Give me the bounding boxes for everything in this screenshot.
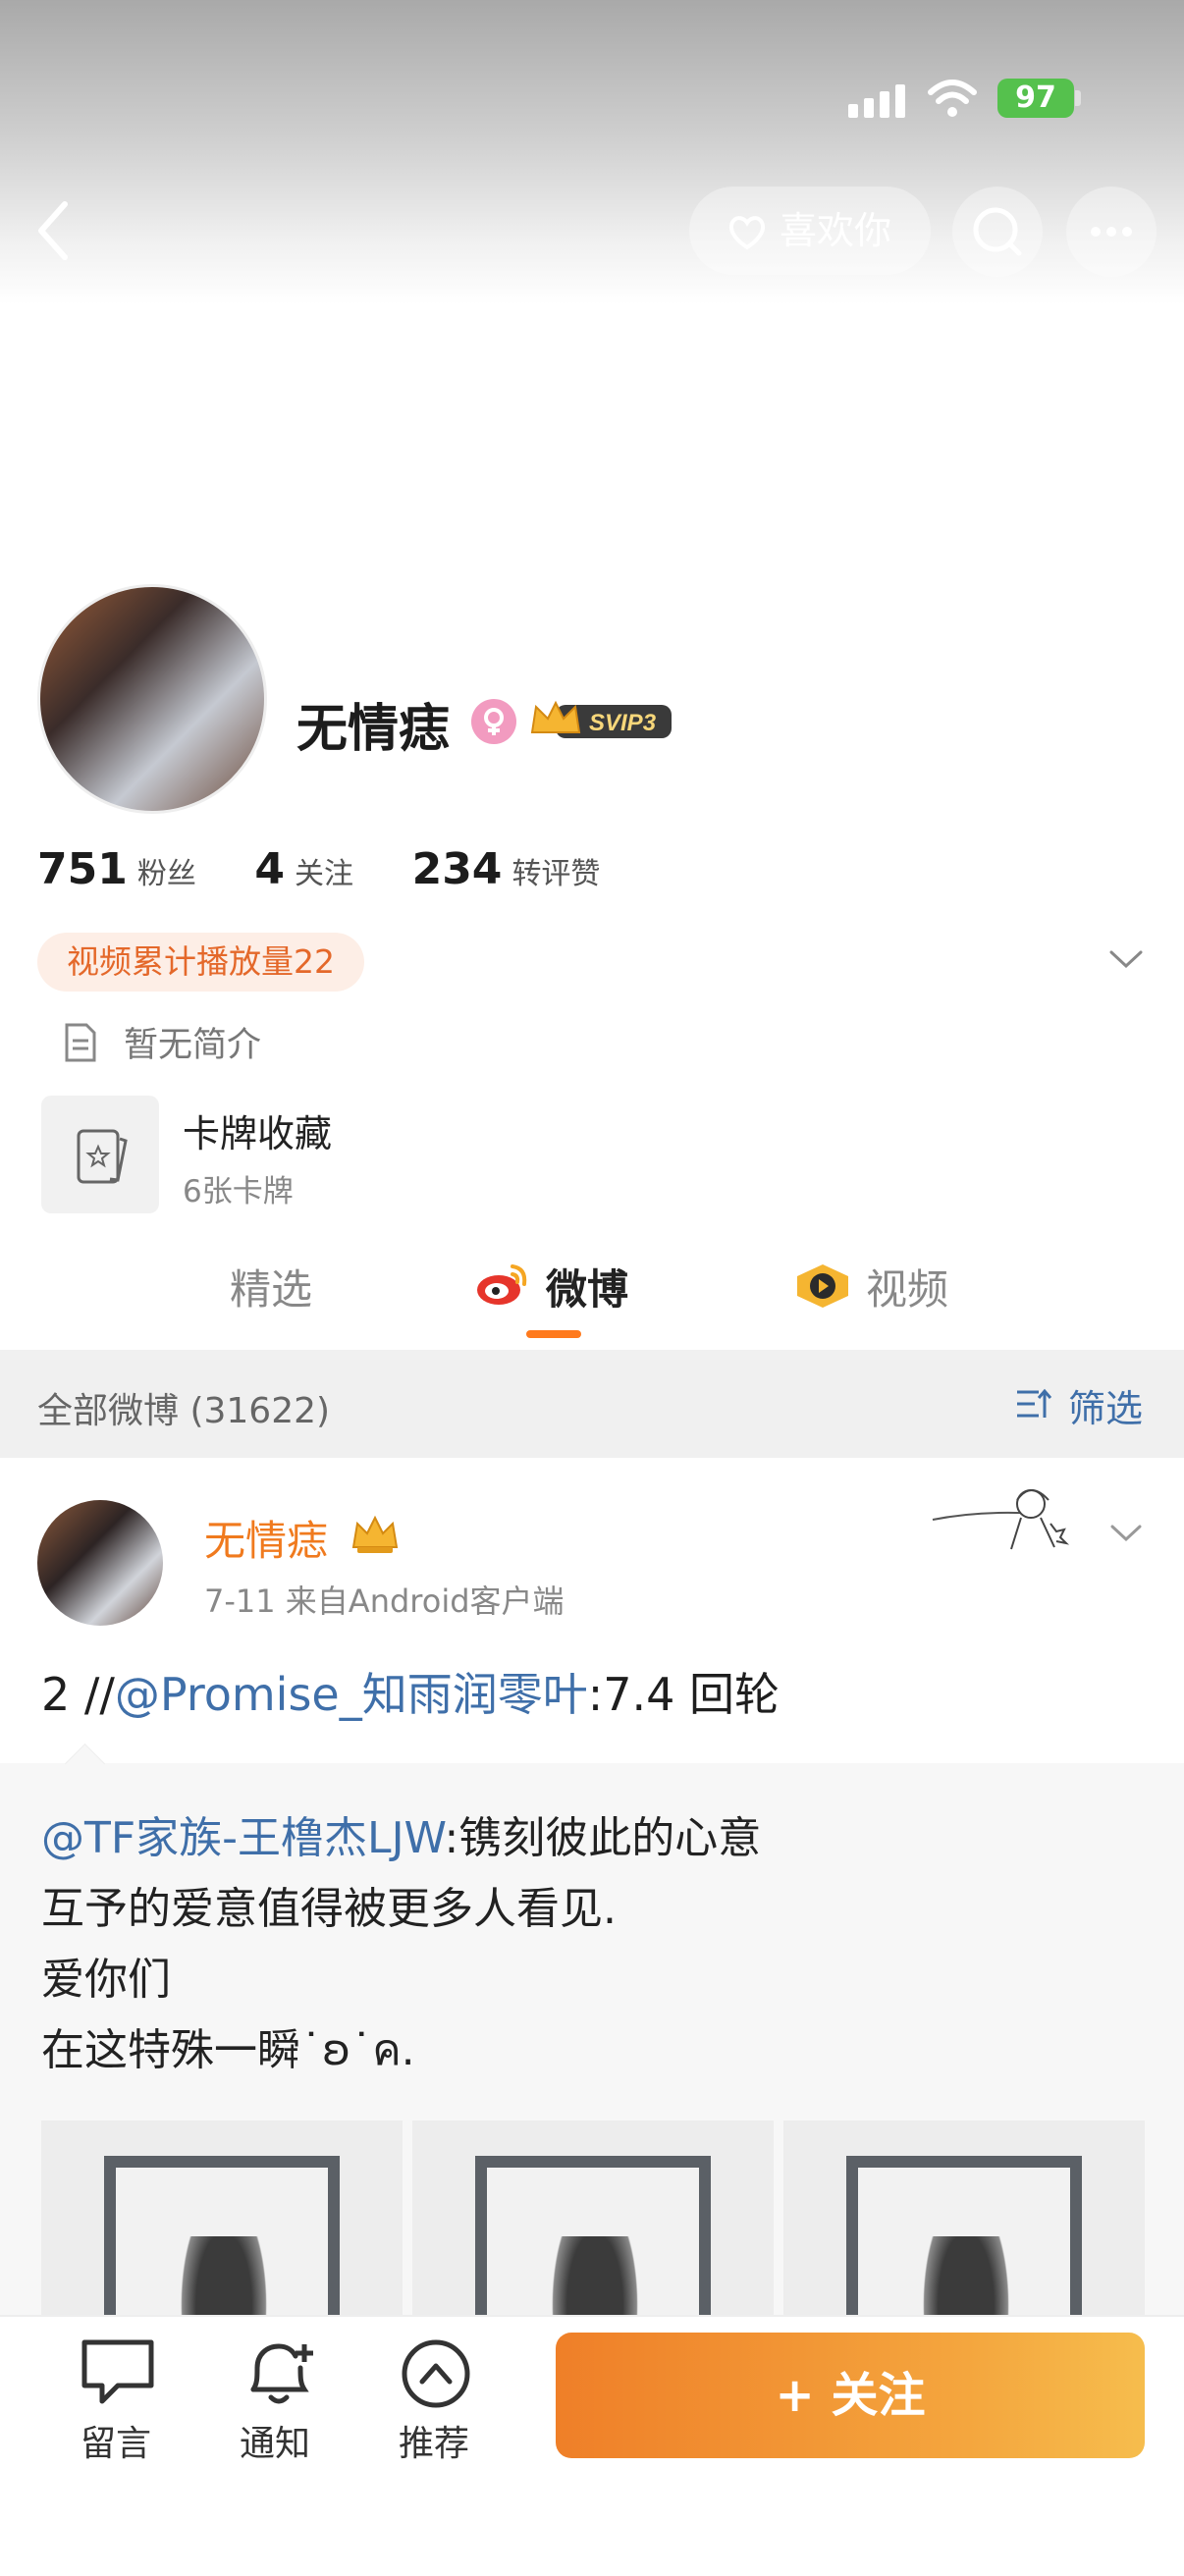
followers-count: 751 [37,844,128,894]
followers-stat[interactable]: 751 粉丝 [37,844,196,894]
document-icon [65,1023,96,1062]
quote-line-1-text: :镌刻彼此的心意 [444,1813,762,1863]
video-badge-icon [797,1264,848,1308]
video-play-badge[interactable]: 视频累计播放量22 [37,933,364,992]
anime-card-decoration [932,1489,1070,1550]
weibo-logo-icon [477,1264,527,1305]
vip-crown-icon [351,1515,399,1553]
bell-plus-icon[interactable] [240,2334,318,2409]
quote-line-2: 互予的爱意值得被更多人看见. [41,1884,617,1934]
bio-text: 暂无简介 [124,1026,262,1065]
tab-video[interactable]: 视频 [866,1257,948,1316]
avatar[interactable] [37,584,267,814]
quote-line-3: 爱你们 [41,1955,171,2005]
all-posts-count: 全部微博 (31622) [37,1391,331,1431]
cellular-signal-icon [848,84,907,118]
more-icon [1091,227,1132,237]
post-author-avatar[interactable] [37,1500,163,1626]
post-body: 2 //@Promise_知雨润零叶:7.4 回轮 [41,1659,780,1724]
post-text-prefix: 2 // [41,1668,115,1721]
female-icon [471,699,516,744]
post-author-name[interactable]: 无情痣 [204,1508,328,1568]
card-collection-subtitle: 6张卡牌 [183,1174,294,1209]
post-mention-link[interactable]: @Promise_知雨润零叶 [115,1668,588,1721]
filter-button[interactable]: 筛选 [1068,1378,1143,1432]
interactions-stat[interactable]: 234 转评赞 [412,844,601,894]
quote-line-1: @TF家族-王橹杰LJW:镌刻彼此的心意 [41,1802,761,1865]
heart-hand-icon [728,216,766,250]
notify-button[interactable]: 通知 [240,2415,310,2466]
card-collection-title[interactable]: 卡牌收藏 [183,1103,332,1157]
battery-tip [1075,90,1081,106]
profile-stats: 751 粉丝 4 关注 234 转评赞 [37,844,649,903]
battery-indicator: 97 [997,79,1074,118]
more-button[interactable] [1066,187,1157,277]
post-menu-chevron-icon[interactable] [1107,1520,1145,1547]
svip-label: SVIP3 [589,710,657,736]
active-tab-indicator [526,1330,581,1338]
recommend-button[interactable]: 推荐 [399,2415,469,2466]
interactions-count: 234 [411,844,503,894]
like-you-button[interactable]: 喜欢你 [689,187,931,275]
search-icon [973,207,1022,256]
follow-button[interactable]: + 关注 [556,2333,1145,2458]
tab-weibo[interactable]: 微博 [546,1257,628,1316]
following-label: 关注 [295,857,354,891]
wifi-icon [928,80,977,117]
post-text-suffix: :7.4 回轮 [587,1668,780,1721]
following-count: 4 [254,844,286,894]
profile-name: 无情痣 [296,700,451,759]
followers-label: 粉丝 [136,857,196,891]
card-icon [77,1129,128,1184]
chevron-down-icon[interactable] [1105,944,1147,974]
recommend-icon[interactable] [397,2336,475,2411]
sort-filter-icon[interactable] [1015,1386,1058,1422]
following-stat[interactable]: 4 关注 [254,844,354,894]
svip-crown-icon[interactable]: SVIP3 [528,697,675,744]
back-icon[interactable] [29,196,79,265]
comment-icon[interactable] [79,2336,157,2411]
card-collection-thumb[interactable] [41,1096,159,1213]
quote-mention-link[interactable]: @TF家族-王橹杰LJW [41,1813,444,1863]
comment-button[interactable]: 留言 [81,2415,151,2466]
quote-line-4: 在这特殊一瞬˙ʚ˙ค. [41,2025,415,2075]
post-meta: 7-11 来自Android客户端 [204,1583,565,1620]
interactions-label: 转评赞 [511,857,601,891]
like-you-label: 喜欢你 [780,209,892,252]
tab-featured[interactable]: 精选 [230,1257,312,1316]
search-button[interactable] [952,187,1043,277]
